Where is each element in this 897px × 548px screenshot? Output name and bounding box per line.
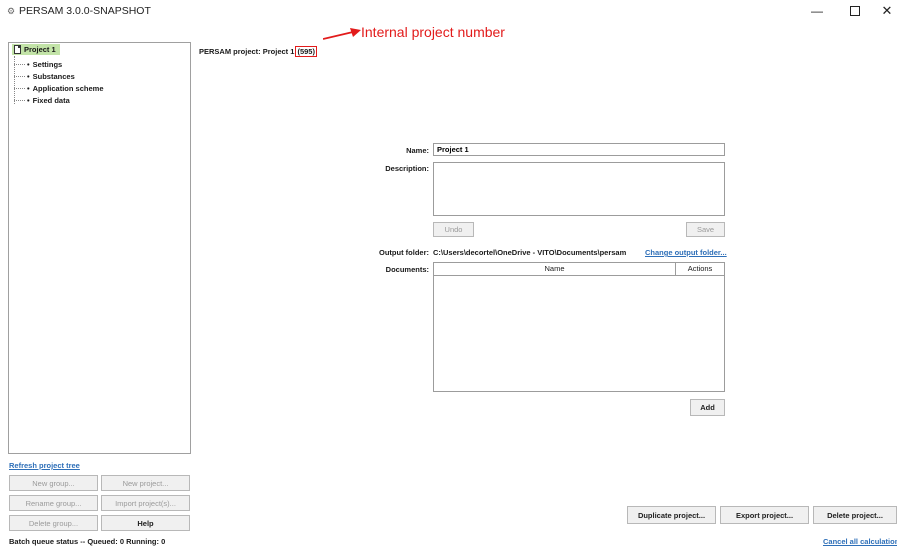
title-bar: ⚙ PERSAM 3.0.0-SNAPSHOT — ✕ <box>0 0 897 22</box>
help-button[interactable]: Help <box>101 515 190 531</box>
annotation-label: Internal project number <box>361 24 505 40</box>
tree-item-application-scheme[interactable]: • Application scheme <box>14 83 104 93</box>
close-icon: ✕ <box>881 3 893 18</box>
refresh-project-tree-link[interactable]: Refresh project tree <box>9 461 80 470</box>
delete-group-button[interactable]: Delete group... <box>9 515 98 531</box>
minimize-icon: — <box>811 4 823 18</box>
output-folder-path: C:\Users\decortel\OneDrive - VITO\Docume… <box>433 248 627 257</box>
documents-table-header: Name Actions <box>434 263 724 276</box>
tree-item-label: Application scheme <box>32 83 104 93</box>
bullet-icon: • <box>27 95 30 105</box>
save-button[interactable]: Save <box>686 222 725 237</box>
window-title: PERSAM 3.0.0-SNAPSHOT <box>19 5 151 17</box>
description-label: Description: <box>385 164 429 173</box>
project-tree[interactable]: Project 1 • Settings • Substances • Applica… <box>8 42 191 454</box>
project-id-highlight: (595) <box>295 46 317 57</box>
tree-item-label: Project 1 <box>24 45 56 54</box>
bullet-icon: • <box>27 83 30 93</box>
documents-label: Documents: <box>385 265 429 274</box>
name-label: Name: <box>406 146 429 155</box>
export-project-button[interactable]: Export project... <box>720 506 809 524</box>
cancel-all-calculations-link[interactable]: Cancel all calculations <box>823 537 897 546</box>
close-button[interactable]: ✕ <box>870 1 897 21</box>
new-project-button[interactable]: New project... <box>101 475 190 491</box>
tree-item-fixed-data[interactable]: • Fixed data <box>14 95 70 105</box>
tree-item-label: Substances <box>32 71 75 81</box>
tree-item-project-root[interactable]: Project 1 <box>12 44 60 55</box>
tree-item-label: Settings <box>32 59 63 69</box>
bullet-icon: • <box>27 71 30 81</box>
add-document-button[interactable]: Add <box>690 399 725 416</box>
project-header-prefix: PERSAM project: Project 1 <box>199 47 295 56</box>
tree-item-substances[interactable]: • Substances <box>14 71 75 81</box>
undo-button[interactable]: Undo <box>433 222 474 237</box>
project-header: PERSAM project: Project 1 (595) <box>199 46 317 57</box>
documents-table[interactable]: Name Actions <box>433 262 725 392</box>
new-group-button[interactable]: New group... <box>9 475 98 491</box>
delete-project-button[interactable]: Delete project... <box>813 506 897 524</box>
document-icon <box>14 45 21 54</box>
change-output-folder-link[interactable]: Change output folder... <box>645 248 727 257</box>
minimize-button[interactable]: — <box>800 1 834 21</box>
annotation-arrow-icon <box>323 28 361 40</box>
app-gear-icon: ⚙ <box>7 6 16 16</box>
name-input[interactable] <box>433 143 725 156</box>
output-folder-label: Output folder: <box>379 248 429 257</box>
tree-item-settings[interactable]: • Settings <box>14 59 62 69</box>
bullet-icon: • <box>27 59 30 69</box>
duplicate-project-button[interactable]: Duplicate project... <box>627 506 716 524</box>
description-textarea[interactable] <box>433 162 725 216</box>
column-header-actions[interactable]: Actions <box>676 263 724 275</box>
rename-group-button[interactable]: Rename group... <box>9 495 98 511</box>
column-header-name[interactable]: Name <box>434 263 676 275</box>
import-projects-button[interactable]: Import project(s)... <box>101 495 190 511</box>
maximize-button[interactable] <box>838 1 872 21</box>
tree-item-label: Fixed data <box>32 95 70 105</box>
maximize-icon <box>850 6 860 16</box>
batch-queue-status: Batch queue status -- Queued: 0 Running:… <box>9 537 166 546</box>
